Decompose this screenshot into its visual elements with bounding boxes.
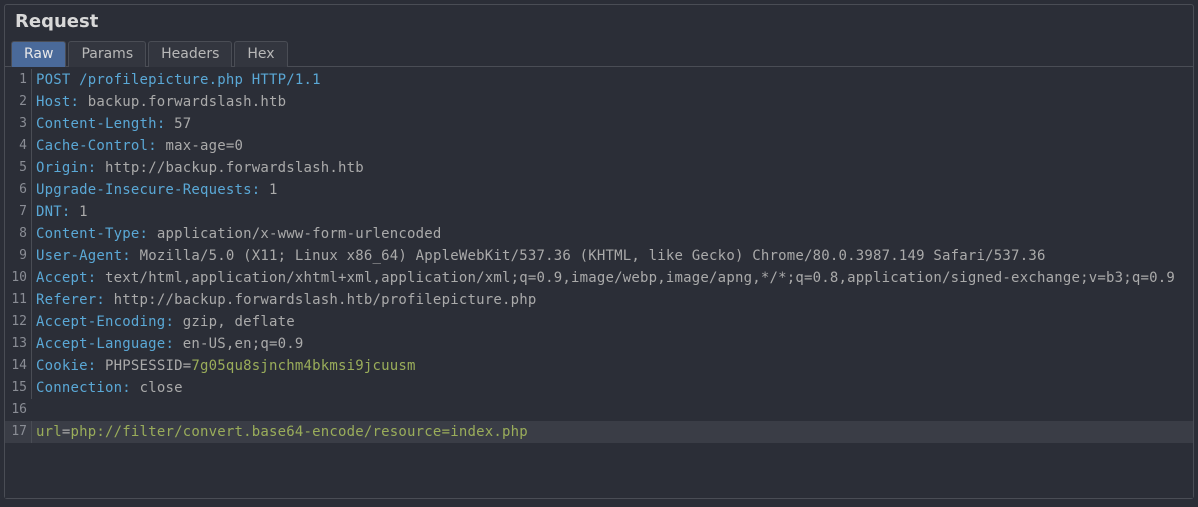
editor-line[interactable]: 16 bbox=[5, 399, 1193, 421]
header-name: Origin bbox=[36, 160, 88, 176]
editor-line[interactable]: 3 Content-Length: 57 bbox=[5, 113, 1193, 135]
line-number: 16 bbox=[5, 399, 31, 421]
header-value: application/x-www-form-urlencoded bbox=[157, 226, 442, 242]
header-name: User-Agent bbox=[36, 248, 122, 264]
tab-headers[interactable]: Headers bbox=[148, 41, 232, 67]
header-name: Referer bbox=[36, 292, 96, 308]
body-param-key: url bbox=[36, 424, 62, 440]
line-number: 8 bbox=[5, 223, 31, 245]
header-value: backup.forwardslash.htb bbox=[88, 94, 286, 110]
line-number: 5 bbox=[5, 157, 31, 179]
line-number: 1 bbox=[5, 69, 31, 91]
editor-line[interactable]: 6 Upgrade-Insecure-Requests: 1 bbox=[5, 179, 1193, 201]
header-value: text/html,application/xhtml+xml,applicat… bbox=[105, 270, 1175, 286]
editor-line[interactable]: 14 Cookie: PHPSESSID=7g05qu8sjnchm4bkmsi… bbox=[5, 355, 1193, 377]
tab-bar: Raw Params Headers Hex bbox=[5, 40, 1193, 67]
tab-params[interactable]: Params bbox=[68, 41, 146, 67]
header-name: Cache-Control bbox=[36, 138, 148, 154]
request-start-line: POST /profilepicture.php HTTP/1.1 bbox=[36, 72, 321, 88]
line-number: 6 bbox=[5, 179, 31, 201]
header-name: Upgrade-Insecure-Requests bbox=[36, 182, 252, 198]
line-number: 13 bbox=[5, 333, 31, 355]
editor-line[interactable]: 12 Accept-Encoding: gzip, deflate bbox=[5, 311, 1193, 333]
line-number: 2 bbox=[5, 91, 31, 113]
raw-editor[interactable]: 1 POST /profilepicture.php HTTP/1.1 2 Ho… bbox=[5, 67, 1193, 498]
header-value-prefix: PHPSESSID= bbox=[105, 358, 191, 374]
header-name: Content-Type bbox=[36, 226, 140, 242]
tab-raw[interactable]: Raw bbox=[11, 41, 66, 67]
editor-line[interactable]: 7 DNT: 1 bbox=[5, 201, 1193, 223]
editor-line-body[interactable]: 17 url=php://filter/convert.base64-encod… bbox=[5, 421, 1193, 443]
header-value: max-age=0 bbox=[165, 138, 243, 154]
cookie-value: 7g05qu8sjnchm4bkmsi9jcuusm bbox=[191, 358, 415, 374]
line-number: 14 bbox=[5, 355, 31, 377]
line-number: 17 bbox=[5, 421, 31, 443]
header-name: DNT bbox=[36, 204, 62, 220]
header-value: 57 bbox=[174, 116, 191, 132]
header-value: en-US,en;q=0.9 bbox=[183, 336, 304, 352]
editor-line[interactable]: 8 Content-Type: application/x-www-form-u… bbox=[5, 223, 1193, 245]
editor-line[interactable]: 4 Cache-Control: max-age=0 bbox=[5, 135, 1193, 157]
header-name: Cookie bbox=[36, 358, 88, 374]
header-value: 1 bbox=[79, 204, 88, 220]
request-panel: Request Raw Params Headers Hex 1 POST /p… bbox=[4, 4, 1194, 499]
header-name: Accept-Language bbox=[36, 336, 165, 352]
editor-line[interactable]: 10 Accept: text/html,application/xhtml+x… bbox=[5, 267, 1193, 289]
header-value: http://backup.forwardslash.htb bbox=[105, 160, 364, 176]
line-number: 4 bbox=[5, 135, 31, 157]
editor-line[interactable]: 15 Connection: close bbox=[5, 377, 1193, 399]
header-name: Content-Length bbox=[36, 116, 157, 132]
line-number: 7 bbox=[5, 201, 31, 223]
header-value: Mozilla/5.0 (X11; Linux x86_64) AppleWeb… bbox=[140, 248, 1046, 264]
header-value: http://backup.forwardslash.htb/profilepi… bbox=[114, 292, 537, 308]
line-number: 9 bbox=[5, 245, 31, 267]
body-param-value: php://filter/convert.base64-encode/resou… bbox=[71, 424, 528, 440]
editor-line[interactable]: 9 User-Agent: Mozilla/5.0 (X11; Linux x8… bbox=[5, 245, 1193, 267]
editor-line[interactable]: 5 Origin: http://backup.forwardslash.htb bbox=[5, 157, 1193, 179]
header-value: gzip, deflate bbox=[183, 314, 295, 330]
editor-line[interactable]: 11 Referer: http://backup.forwardslash.h… bbox=[5, 289, 1193, 311]
line-number: 10 bbox=[5, 267, 31, 289]
header-name: Connection bbox=[36, 380, 122, 396]
line-number: 15 bbox=[5, 377, 31, 399]
line-number: 12 bbox=[5, 311, 31, 333]
line-number: 11 bbox=[5, 289, 31, 311]
line-number: 3 bbox=[5, 113, 31, 135]
header-value: close bbox=[140, 380, 183, 396]
header-value: 1 bbox=[269, 182, 278, 198]
editor-line[interactable]: 2 Host: backup.forwardslash.htb bbox=[5, 91, 1193, 113]
editor-line[interactable]: 13 Accept-Language: en-US,en;q=0.9 bbox=[5, 333, 1193, 355]
header-name: Accept-Encoding bbox=[36, 314, 165, 330]
header-name: Host bbox=[36, 94, 71, 110]
panel-title: Request bbox=[5, 5, 1193, 40]
tab-hex[interactable]: Hex bbox=[234, 41, 287, 67]
header-name: Accept bbox=[36, 270, 88, 286]
editor-line[interactable]: 1 POST /profilepicture.php HTTP/1.1 bbox=[5, 69, 1193, 91]
